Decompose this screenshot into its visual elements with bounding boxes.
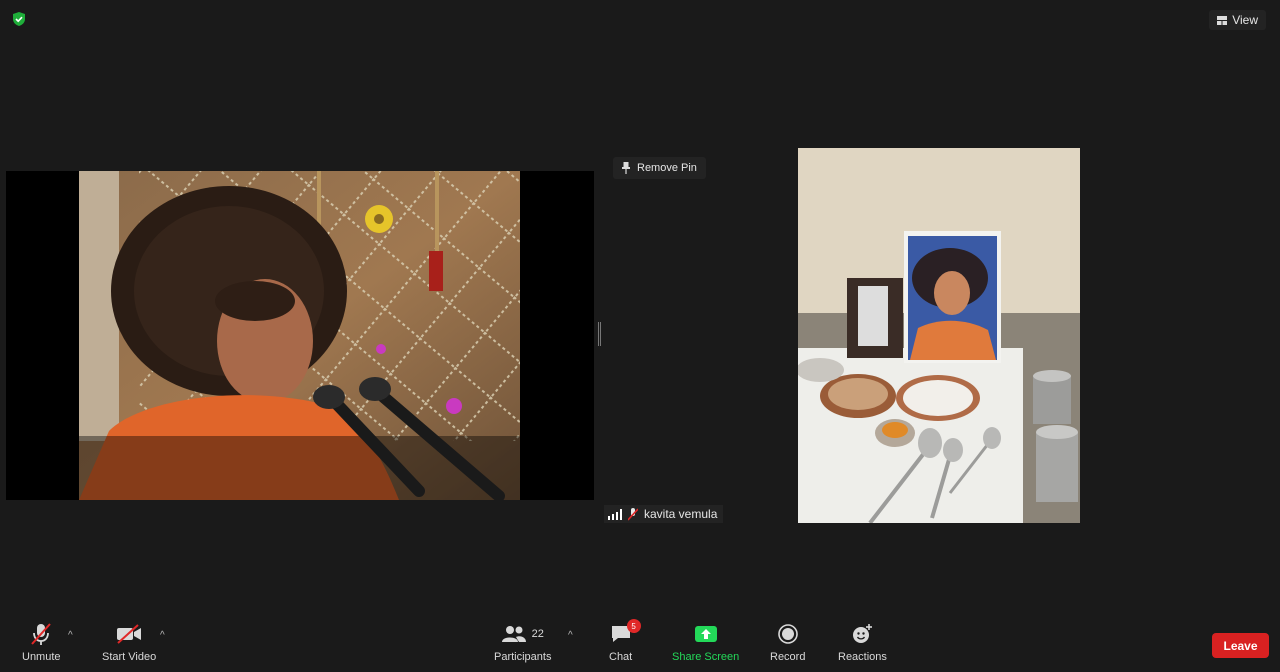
reactions-label: Reactions — [838, 651, 887, 663]
participant-video-tile[interactable] — [798, 148, 1080, 523]
audio-options-caret-icon[interactable]: ^ — [68, 630, 73, 641]
start-video-label: Start Video — [102, 651, 157, 663]
grid-view-icon — [1217, 15, 1228, 25]
chat-unread-badge: 5 — [626, 619, 641, 633]
participant-name-tag: kavita vemula — [604, 505, 724, 523]
share-screen-label: Share Screen — [672, 651, 740, 663]
participants-count: 22 — [531, 628, 544, 640]
view-button[interactable]: View — [1209, 10, 1266, 30]
pin-icon — [622, 162, 630, 174]
participants-label: Participants — [494, 651, 552, 663]
remove-pin-label: Remove Pin — [637, 162, 697, 174]
start-video-button[interactable]: Start Video — [102, 622, 156, 663]
share-screen-button[interactable]: Share Screen — [672, 622, 739, 663]
reactions-icon — [853, 624, 873, 643]
unmute-label: Unmute — [22, 651, 61, 663]
remove-pin-button[interactable]: Remove Pin — [613, 157, 706, 179]
view-label: View — [1232, 13, 1258, 27]
mic-muted-icon — [31, 623, 52, 645]
speaker-video-frame — [79, 171, 520, 500]
participants-icon — [501, 626, 526, 642]
video-options-caret-icon[interactable]: ^ — [160, 630, 165, 641]
participant-video-frame — [798, 148, 1080, 523]
chat-label: Chat — [609, 651, 633, 663]
share-screen-icon — [694, 626, 717, 642]
pinned-video-tile[interactable] — [6, 171, 594, 500]
shield-check-icon[interactable] — [11, 11, 27, 27]
leave-button[interactable]: Leave — [1212, 633, 1269, 658]
participants-button[interactable]: 22 Participants — [494, 622, 551, 663]
record-button[interactable]: Record — [770, 622, 805, 663]
record-icon — [777, 624, 798, 644]
top-bar: View — [0, 0, 1280, 40]
reactions-button[interactable]: Reactions — [838, 622, 887, 663]
meeting-toolbar: Unmute ^ Start Video ^ 22 Participants ^ — [0, 612, 1280, 672]
participants-caret-icon[interactable]: ^ — [568, 630, 573, 641]
participant-name: kavita vemula — [644, 507, 718, 521]
muted-mic-icon — [628, 507, 638, 521]
unmute-button[interactable]: Unmute — [22, 622, 61, 663]
record-label: Record — [770, 651, 806, 663]
chat-button[interactable]: 5 Chat — [609, 619, 641, 663]
video-off-icon — [117, 624, 142, 644]
signal-strength-icon — [608, 508, 622, 520]
splitter-handle[interactable] — [598, 322, 601, 346]
